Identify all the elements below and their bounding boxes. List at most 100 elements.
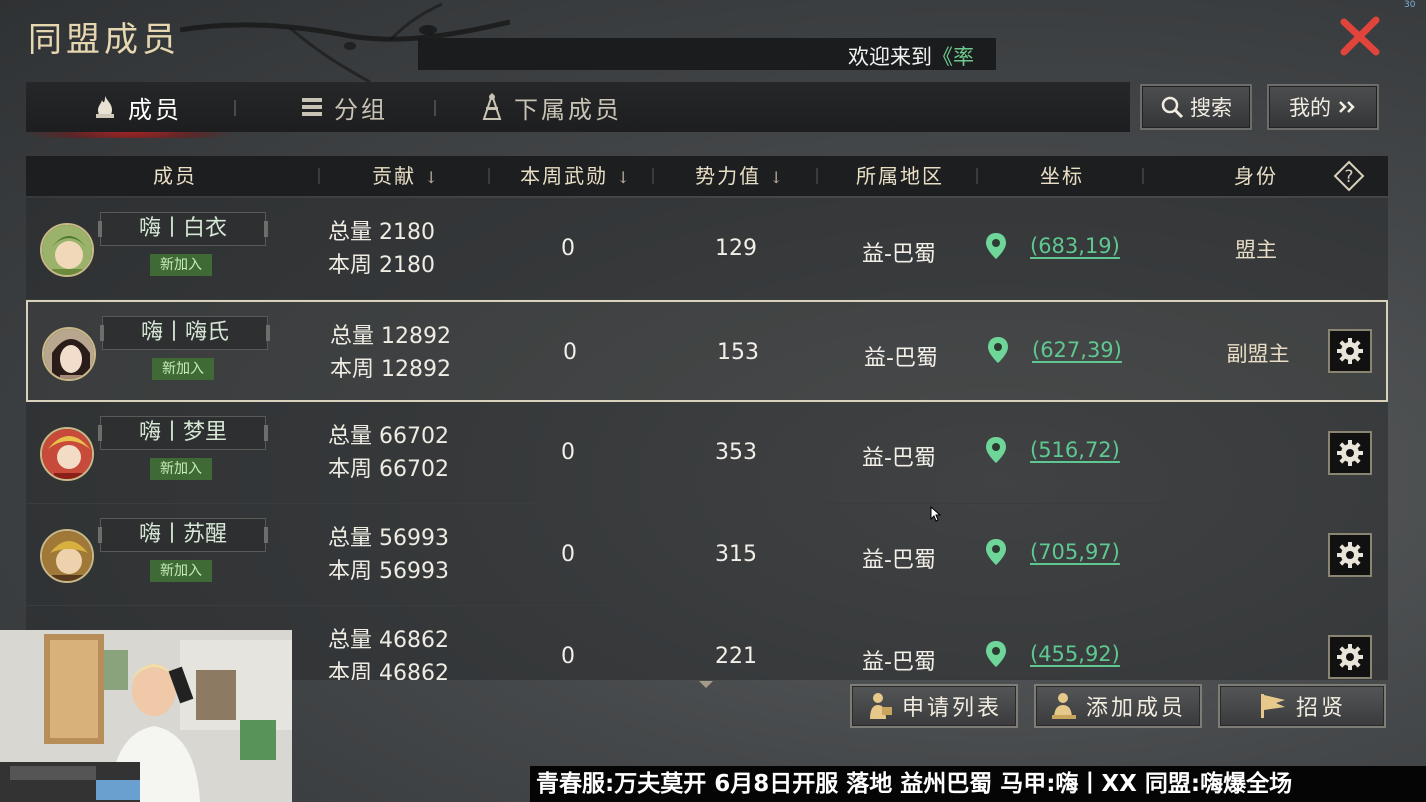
tab-groups[interactable]: 分组 [300,82,388,132]
contribution-cell: 总量 56993 本周 56993 [328,526,450,584]
coordinate-link[interactable]: (627,39) [1032,338,1122,362]
table-row[interactable]: 嗨丨苏醒 新加入 总量 56993 本周 56993 0 315 益-巴蜀 (7… [26,504,1388,606]
region-cell: 益-巴蜀 [864,346,938,371]
weekly-merit-cell: 0 [563,340,577,365]
header-separator [1142,168,1144,184]
avatar-portrait [42,429,92,479]
scroll-down-icon[interactable] [698,680,714,690]
contribution-cell: 总量 46862 本周 46862 [328,628,450,680]
tab-members-label: 成员 [128,95,182,124]
avatar[interactable] [40,223,94,277]
table-row[interactable]: 嗨丨嗨氏 新加入 总量 12892 本周 12892 0 153 益-巴蜀 (6… [26,300,1388,402]
recruit-button[interactable]: 招贤 [1218,684,1386,728]
power-cell: 353 [715,440,757,465]
location-pin-icon [986,539,1006,565]
column-identity: 身份 [1234,164,1278,188]
header-separator [976,168,978,184]
identity-cell: 副盟主 [1226,342,1290,366]
header-separator [816,168,818,184]
mouse-cursor-icon [930,506,942,522]
weekly-merit-cell: 0 [561,644,575,669]
weekly-merit-cell: 0 [561,542,575,567]
mine-button[interactable]: 我的 [1267,84,1379,130]
location-pin-icon [986,233,1006,259]
coordinate-link[interactable]: (705,97) [1030,540,1120,564]
table-row[interactable]: 嗨丨白衣 新加入 总量 2180 本周 2180 0 129 益-巴蜀 (683… [26,198,1388,300]
tab-members[interactable]: 成员 [92,82,182,132]
add-member-button[interactable]: 添加成员 [1034,684,1202,728]
avatar-portrait [42,225,92,275]
apply-list-button[interactable]: 申请列表 [850,684,1018,728]
member-settings-button[interactable] [1328,635,1372,679]
close-icon [1340,16,1380,56]
contribution-cell: 总量 66702 本周 66702 [328,424,450,482]
header-separator [318,168,320,184]
coordinate-link[interactable]: (683,19) [1030,234,1120,258]
table-row[interactable]: 嗨丨梦里 新加入 总量 66702 本周 66702 0 353 益-巴蜀 (5… [26,402,1388,504]
header-separator [652,168,654,184]
member-settings-button[interactable] [1328,431,1372,475]
coordinate-link[interactable]: (516,72) [1030,438,1120,462]
power-cell: 221 [715,644,757,669]
power-cell: 129 [715,236,757,261]
column-region: 所属地区 [856,164,944,188]
new-member-badge: 新加入 [150,560,212,582]
new-member-badge: 新加入 [150,254,212,276]
svg-text:?: ? [1344,167,1353,187]
help-icon[interactable]: ? [1333,160,1365,192]
close-button[interactable] [1338,14,1382,58]
tab-separator [234,100,236,116]
ticker-text: 欢迎来到 [848,45,932,69]
column-weekly-merit[interactable]: 本周武勋 ↓ [500,156,650,196]
flag-icon [1260,694,1285,718]
location-pin-icon [986,437,1006,463]
corner-label: 30 [1404,0,1416,10]
new-member-badge: 新加入 [152,358,214,380]
person-scroll-icon [869,693,892,719]
announcement-ticker: 欢迎来到《率 [418,38,996,70]
location-pin-icon [988,337,1008,363]
weekly-merit-cell: 0 [561,440,575,465]
avatar[interactable] [42,327,96,381]
avatar[interactable] [40,529,94,583]
flame-icon [96,96,114,118]
webcam-overlay [0,630,292,802]
add-member-label: 添加成员 [1085,696,1186,721]
avatar[interactable] [40,427,94,481]
member-table: 嗨丨白衣 新加入 总量 2180 本周 2180 0 129 益-巴蜀 (683… [26,198,1388,680]
power-cell: 315 [715,542,757,567]
list-icon [302,98,322,116]
member-name[interactable]: 嗨丨梦里 [98,416,268,450]
ticker-accent: 《率 [932,45,974,69]
tab-groups-label: 分组 [334,95,388,124]
coordinate-link[interactable]: (455,92) [1030,642,1120,666]
panel-title: 同盟成员 [28,20,180,60]
tab-subordinates[interactable]: 下属成员 [480,82,622,132]
column-contribution[interactable]: 贡献 ↓ [330,156,480,196]
column-power[interactable]: 势力值 ↓ [664,156,814,196]
search-button-label: 搜索 [1190,96,1232,120]
mine-button-label: 我的 [1289,96,1331,120]
power-cell: 153 [717,340,759,365]
column-member: 成员 [153,164,197,188]
member-name[interactable]: 嗨丨白衣 [98,212,268,246]
search-icon [1161,96,1184,119]
apply-list-label: 申请列表 [901,696,1002,721]
gear-icon [1337,542,1363,568]
identity-cell: 盟主 [1235,238,1277,262]
region-cell: 益-巴蜀 [862,650,936,675]
new-member-badge: 新加入 [150,458,212,480]
column-coords: 坐标 [1040,164,1084,188]
region-cell: 益-巴蜀 [862,242,936,267]
member-settings-button[interactable] [1328,533,1372,577]
header-separator [488,168,490,184]
search-button[interactable]: 搜索 [1140,84,1252,130]
gear-icon [1337,440,1363,466]
contribution-cell: 总量 12892 本周 12892 [330,324,452,382]
member-name[interactable]: 嗨丨嗨氏 [100,316,270,350]
member-name[interactable]: 嗨丨苏醒 [98,518,268,552]
member-settings-button[interactable] [1328,329,1372,373]
location-pin-icon [986,641,1006,667]
tab-subordinates-label: 下属成员 [514,95,622,124]
avatar-portrait [44,329,94,379]
